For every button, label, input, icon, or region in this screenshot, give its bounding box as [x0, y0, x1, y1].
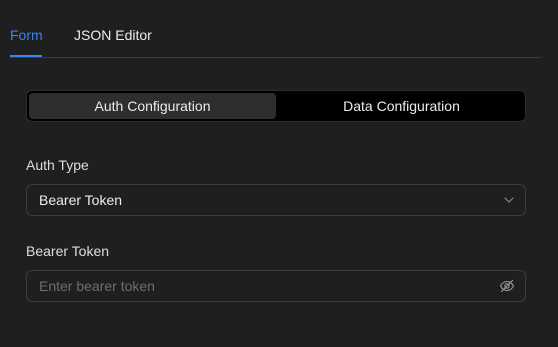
- data-configuration-button[interactable]: Data Configuration: [278, 93, 525, 119]
- auth-type-value: Bearer Token: [39, 192, 123, 208]
- chevron-down-icon: [504, 197, 514, 203]
- tab-form[interactable]: Form: [10, 27, 43, 43]
- active-tab-indicator: [10, 55, 42, 57]
- tab-json-editor[interactable]: JSON Editor: [74, 27, 152, 43]
- bearer-token-input[interactable]: [27, 271, 487, 301]
- tab-bar: Form JSON Editor: [10, 0, 541, 58]
- auth-type-label: Auth Type: [26, 157, 89, 173]
- auth-configuration-button[interactable]: Auth Configuration: [29, 93, 276, 119]
- configuration-segmented-control: Auth Configuration Data Configuration: [26, 90, 526, 122]
- bearer-token-field: [26, 270, 526, 302]
- auth-type-select[interactable]: Bearer Token: [26, 184, 526, 216]
- bearer-token-label: Bearer Token: [26, 243, 110, 259]
- eye-off-icon[interactable]: [499, 278, 515, 294]
